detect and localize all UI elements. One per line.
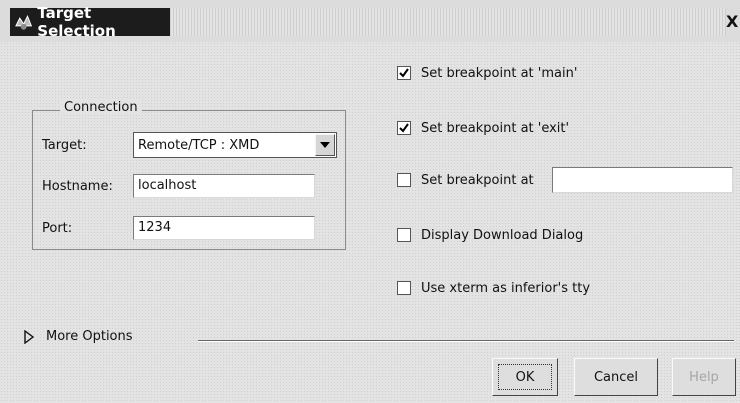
help-button[interactable]: Help xyxy=(672,358,736,396)
title-bar-active[interactable]: Target Selection xyxy=(10,4,170,40)
window-title: Target Selection xyxy=(37,4,116,40)
download-dialog-checkbox[interactable] xyxy=(397,228,411,242)
cancel-button-label: Cancel xyxy=(593,369,639,385)
port-label: Port: xyxy=(42,221,73,236)
break-at-option[interactable]: Set breakpoint at xyxy=(397,170,534,190)
ok-button-label: OK xyxy=(515,369,535,385)
target-combobox-value: Remote/TCP : XMD xyxy=(138,137,260,153)
ok-button[interactable]: OK xyxy=(492,358,558,396)
hostname-label: Hostname: xyxy=(42,179,113,194)
break-main-label: Set breakpoint at 'main' xyxy=(421,65,578,81)
break-exit-label: Set breakpoint at 'exit' xyxy=(421,120,570,136)
chevron-down-icon[interactable] xyxy=(315,134,335,156)
more-options-label: More Options xyxy=(46,329,133,344)
break-main-checkbox[interactable] xyxy=(397,66,411,80)
connection-group-legend: Connection xyxy=(60,100,142,115)
close-icon[interactable]: X xyxy=(726,8,740,36)
app-icon xyxy=(15,15,33,30)
break-exit-checkbox[interactable] xyxy=(397,121,411,135)
ok-button-focus: OK xyxy=(498,364,552,390)
break-at-input[interactable] xyxy=(552,167,733,193)
download-dialog-option[interactable]: Display Download Dialog xyxy=(397,225,583,245)
target-label: Target: xyxy=(42,138,87,153)
cancel-button[interactable]: Cancel xyxy=(574,358,658,396)
break-main-option[interactable]: Set breakpoint at 'main' xyxy=(397,63,577,83)
xterm-tty-option[interactable]: Use xterm as inferior's tty xyxy=(397,278,590,298)
xterm-tty-checkbox[interactable] xyxy=(397,281,411,295)
port-input[interactable]: 1234 xyxy=(133,216,315,240)
target-combobox[interactable]: Remote/TCP : XMD xyxy=(133,132,337,158)
xterm-tty-label: Use xterm as inferior's tty xyxy=(421,280,591,296)
break-at-label: Set breakpoint at xyxy=(421,172,534,188)
download-dialog-label: Display Download Dialog xyxy=(421,227,584,243)
hostname-input[interactable]: localhost xyxy=(133,174,315,198)
more-options-toggle[interactable]: More Options xyxy=(24,329,133,344)
title-bar-fill xyxy=(170,8,726,36)
title-bar: Target Selection X xyxy=(0,0,740,42)
checkmark-icon xyxy=(399,123,409,133)
checkmark-icon xyxy=(399,68,409,78)
break-at-checkbox[interactable] xyxy=(397,173,411,187)
break-exit-option[interactable]: Set breakpoint at 'exit' xyxy=(397,118,569,138)
target-selection-dialog: Target Selection X Connection Target: Re… xyxy=(0,0,740,403)
triangle-right-icon xyxy=(24,329,34,344)
help-button-label: Help xyxy=(689,369,719,385)
more-options-separator xyxy=(198,340,734,342)
